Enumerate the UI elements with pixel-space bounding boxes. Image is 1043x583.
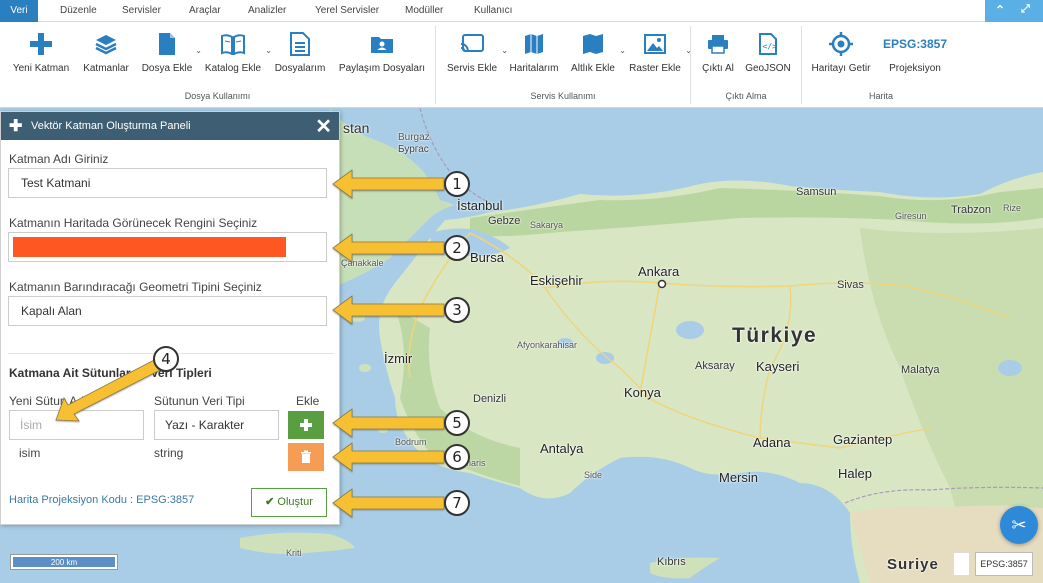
arrow-7 (332, 488, 445, 518)
attribution-box (953, 552, 970, 576)
callout-badge-5: 5 (444, 410, 470, 436)
arrow-1 (332, 169, 445, 199)
arrow-6 (332, 442, 445, 472)
callout-badge-2: 2 (444, 235, 470, 261)
callout-badge-3: 3 (444, 297, 470, 323)
callout-badge-6: 6 (444, 444, 470, 470)
arrow-3 (332, 295, 445, 325)
callout-arrows (55, 169, 445, 518)
arrow-4 (55, 357, 165, 422)
scale-bar: 200 km (10, 554, 118, 570)
callout-badge-1: 1 (444, 171, 470, 197)
epsg-indicator: EPSG:3857 (975, 552, 1033, 576)
callout-badge-7: 7 (444, 490, 470, 516)
tools-icon: ✂ (1011, 515, 1027, 535)
tools-fab-button[interactable]: ✂ (1000, 506, 1038, 544)
arrow-2 (332, 233, 445, 263)
arrow-5 (332, 408, 445, 438)
scale-text: 200 km (13, 557, 115, 567)
callout-badge-4: 4 (153, 346, 179, 372)
